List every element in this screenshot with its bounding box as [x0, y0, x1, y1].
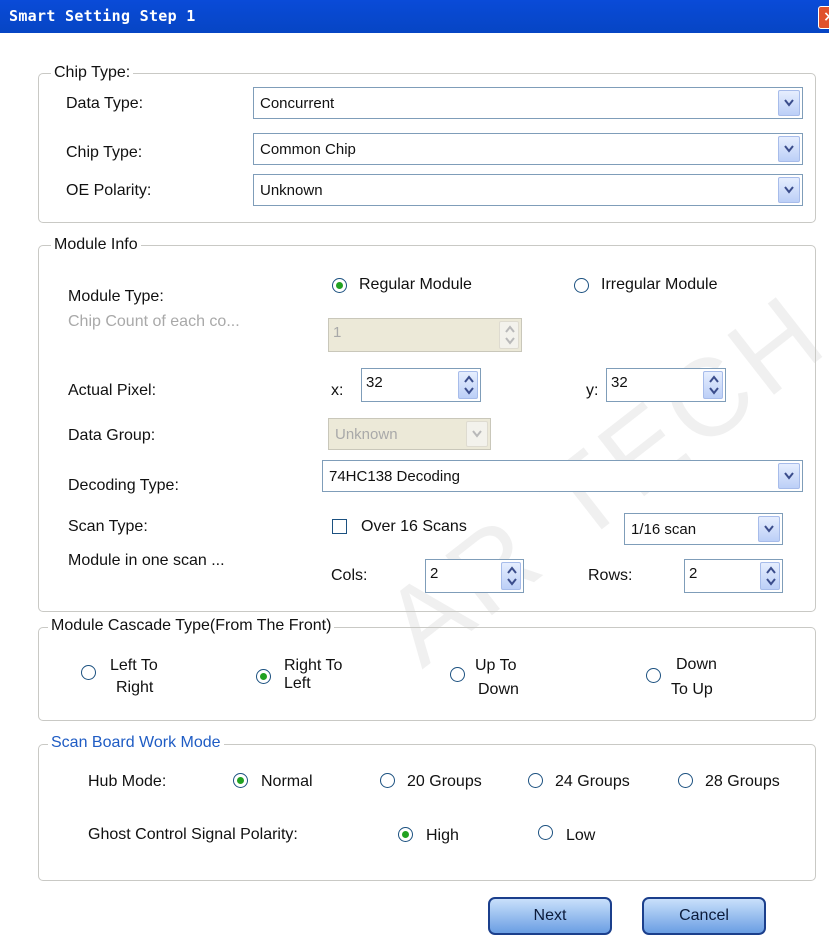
cascade-down-to-up-line2: To Up: [671, 681, 713, 698]
cascade-left-to-right-line1: Left To: [110, 657, 158, 674]
pixel-y-spinner[interactable]: 32: [606, 368, 726, 402]
chip-count-label: Chip Count of each co...: [68, 313, 240, 330]
ghost-high-radio[interactable]: [398, 827, 413, 842]
over-16-scans-label: Over 16 Scans: [361, 518, 467, 535]
pixel-x-label: x:: [331, 382, 344, 399]
cols-label: Cols:: [331, 567, 368, 584]
cascade-right-to-left-line1: Right To: [284, 657, 343, 674]
chevron-down-icon[interactable]: [778, 463, 800, 489]
rows-value: 2: [689, 565, 698, 582]
hub-mode-28-groups-radio[interactable]: [678, 773, 693, 788]
module-in-scan-label: Module in one scan ...: [68, 552, 225, 569]
data-type-label: Data Type:: [66, 95, 144, 112]
cascade-left-to-right-radio[interactable]: [81, 665, 96, 680]
hub-mode-normal-radio[interactable]: [233, 773, 248, 788]
cascade-down-to-up-radio[interactable]: [646, 668, 661, 683]
pixel-x-value: 32: [366, 374, 383, 391]
ghost-high-label: High: [426, 827, 459, 844]
chip-count-value: 1: [333, 324, 342, 341]
data-type-select[interactable]: Concurrent: [253, 87, 803, 119]
data-group-select[interactable]: Unknown: [328, 418, 491, 450]
cascade-down-to-up-line1: Down: [676, 656, 717, 673]
decoding-type-value: 74HC138 Decoding: [329, 468, 460, 485]
module-info-legend: Module Info: [51, 236, 141, 254]
hub-mode-24-groups-radio[interactable]: [528, 773, 543, 788]
scan-board-group: [38, 744, 816, 881]
data-group-value: Unknown: [335, 426, 398, 443]
cascade-up-to-down-line1: Up To: [475, 657, 517, 674]
spin-arrows-icon[interactable]: [458, 371, 478, 399]
rows-spinner[interactable]: 2: [684, 559, 783, 593]
scan-type-select[interactable]: 1/16 scan: [624, 513, 783, 545]
over-16-scans-checkbox[interactable]: [332, 519, 347, 534]
close-icon: ×: [823, 9, 829, 25]
decoding-type-select[interactable]: 74HC138 Decoding: [322, 460, 803, 492]
ghost-low-radio[interactable]: [538, 825, 553, 840]
chevron-down-icon[interactable]: [778, 90, 800, 116]
irregular-module-radio[interactable]: [574, 278, 589, 293]
hub-mode-20-groups-radio[interactable]: [380, 773, 395, 788]
chip-count-spinner[interactable]: 1: [328, 318, 522, 352]
close-button[interactable]: ×: [818, 6, 829, 29]
next-button[interactable]: Next: [488, 897, 612, 935]
cascade-right-to-left-radio[interactable]: [256, 669, 271, 684]
hub-mode-label: Hub Mode:: [88, 773, 167, 790]
hub-mode-28-groups-label: 28 Groups: [705, 773, 780, 790]
cols-spinner[interactable]: 2: [425, 559, 524, 593]
decoding-type-label: Decoding Type:: [68, 477, 179, 494]
module-type-label: Module Type:: [68, 288, 164, 305]
chip-type-legend: Chip Type:: [51, 64, 134, 82]
cascade-right-to-left-line2: Left: [284, 675, 311, 692]
regular-module-label: Regular Module: [359, 276, 472, 293]
spin-arrows-icon[interactable]: [703, 371, 723, 399]
cancel-button[interactable]: Cancel: [642, 897, 766, 935]
chip-type-select[interactable]: Common Chip: [253, 133, 803, 165]
cascade-left-to-right-line2: Right: [116, 679, 154, 696]
hub-mode-20-groups-label: 20 Groups: [407, 773, 482, 790]
data-type-value: Concurrent: [260, 95, 335, 112]
scan-type-label: Scan Type:: [68, 518, 148, 535]
spin-arrows-icon[interactable]: [499, 321, 519, 349]
cascade-up-to-down-radio[interactable]: [450, 667, 465, 682]
cascade-type-legend: Module Cascade Type(From The Front): [48, 617, 335, 635]
hub-mode-normal-label: Normal: [261, 773, 313, 790]
irregular-module-label: Irregular Module: [601, 276, 718, 293]
scan-board-legend: Scan Board Work Mode: [48, 734, 224, 752]
regular-module-radio[interactable]: [332, 278, 347, 293]
spin-arrows-icon[interactable]: [501, 562, 521, 590]
pixel-y-value: 32: [611, 374, 628, 391]
chevron-down-icon[interactable]: [758, 516, 780, 542]
data-group-label: Data Group:: [68, 427, 156, 444]
actual-pixel-label: Actual Pixel:: [68, 382, 157, 399]
oe-polarity-select[interactable]: Unknown: [253, 174, 803, 206]
oe-polarity-value: Unknown: [260, 182, 323, 199]
ghost-control-label: Ghost Control Signal Polarity:: [88, 826, 298, 843]
chevron-down-icon[interactable]: [778, 136, 800, 162]
pixel-y-label: y:: [586, 382, 599, 399]
ghost-low-label: Low: [566, 827, 596, 844]
rows-label: Rows:: [588, 567, 633, 584]
title-bar: Smart Setting Step 1 ×: [0, 0, 829, 33]
pixel-x-spinner[interactable]: 32: [361, 368, 481, 402]
chip-type-label: Chip Type:: [66, 144, 143, 161]
spin-arrows-icon[interactable]: [760, 562, 780, 590]
chevron-down-icon[interactable]: [466, 421, 488, 447]
chevron-down-icon[interactable]: [778, 177, 800, 203]
window-title: Smart Setting Step 1: [9, 7, 196, 25]
hub-mode-24-groups-label: 24 Groups: [555, 773, 630, 790]
scan-type-value: 1/16 scan: [631, 521, 697, 538]
cascade-up-to-down-line2: Down: [478, 681, 519, 698]
cols-value: 2: [430, 565, 439, 582]
oe-polarity-label: OE Polarity:: [66, 182, 152, 199]
chip-type-value: Common Chip: [260, 141, 356, 158]
